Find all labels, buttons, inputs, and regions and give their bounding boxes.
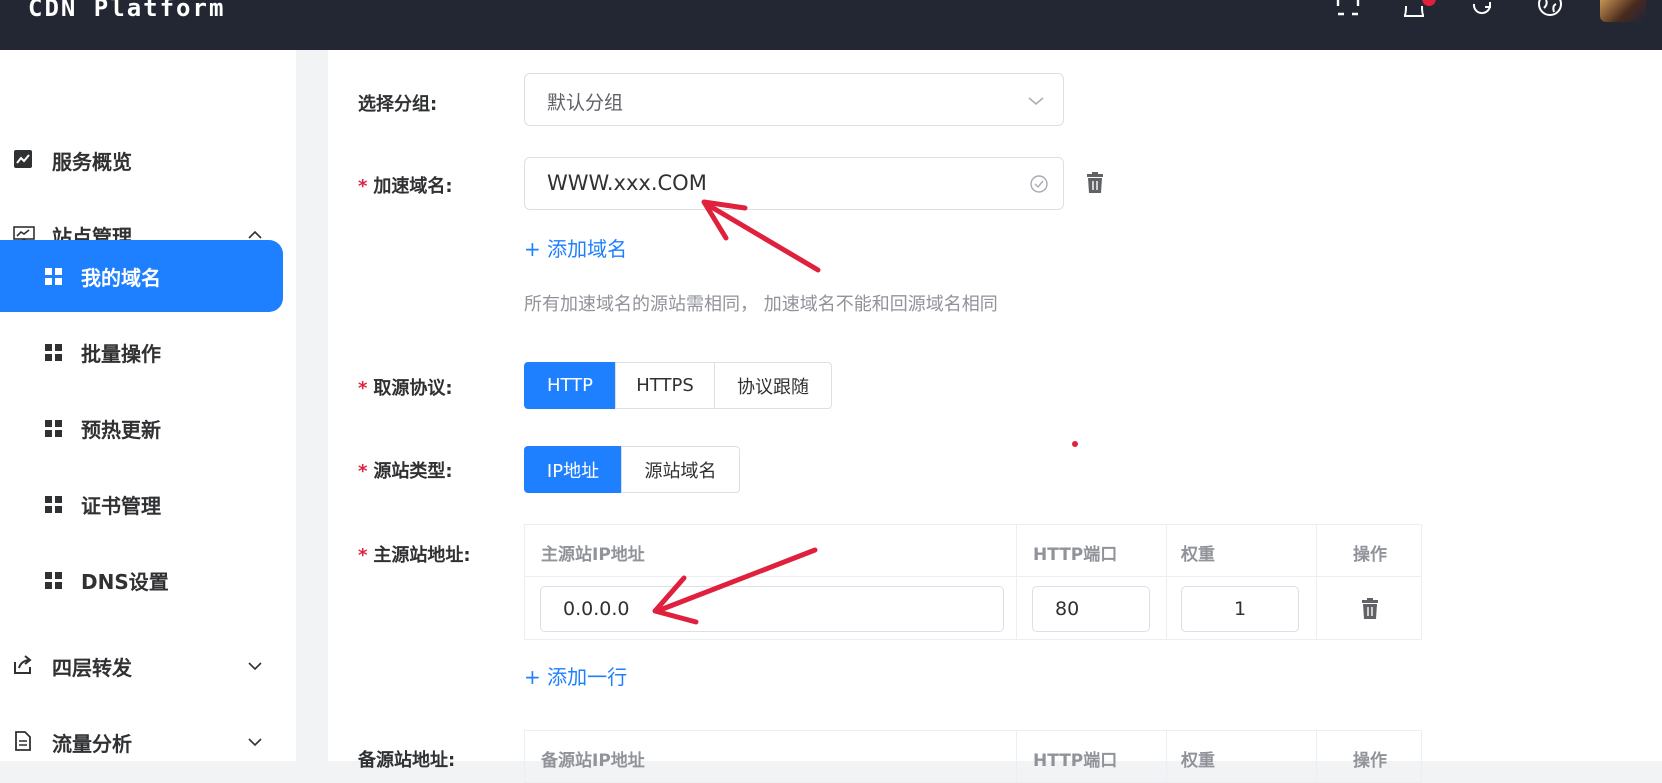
annotation-arrow-domain [701,199,821,273]
annotation-arrow-ip [652,547,818,625]
annotation-arrows [652,199,821,625]
